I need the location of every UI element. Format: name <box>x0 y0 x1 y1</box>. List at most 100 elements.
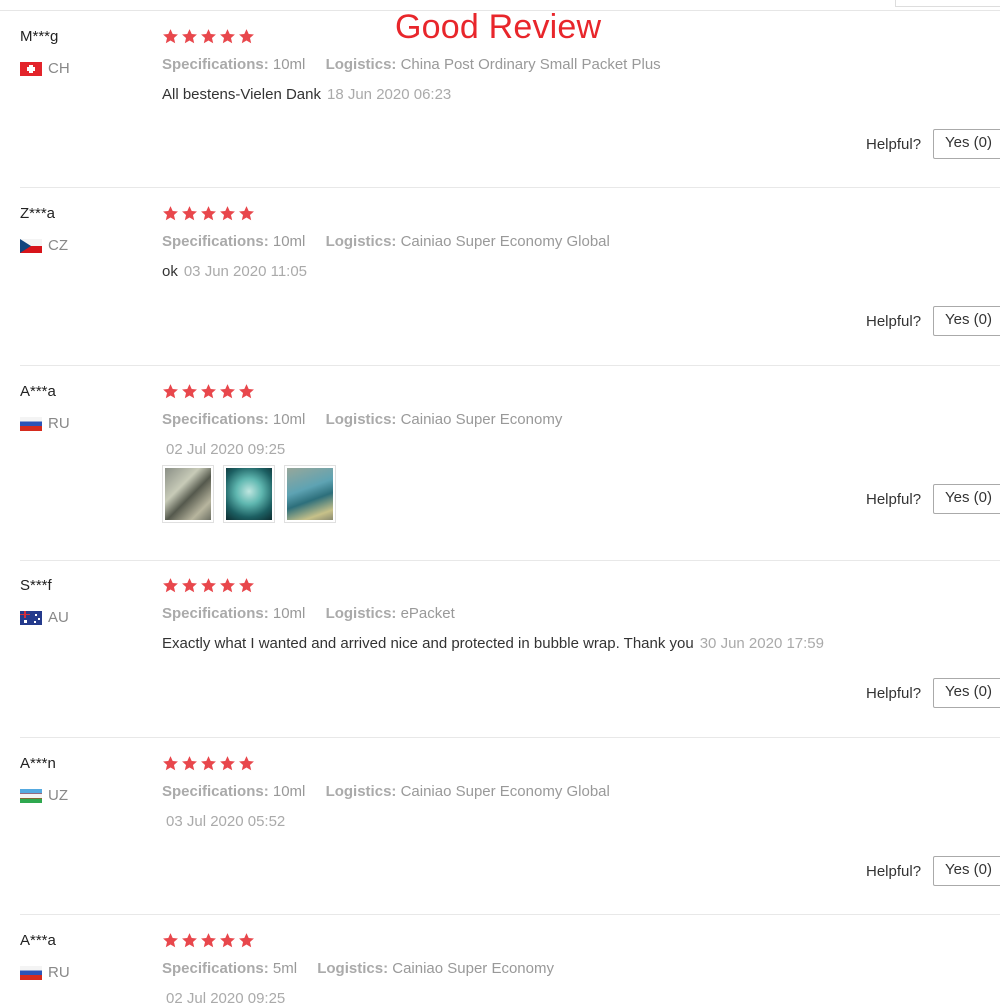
reviewer-country: CZ <box>20 237 68 254</box>
spec-value: 10ml <box>272 605 306 622</box>
flag-russia-icon <box>20 416 42 431</box>
spec-label: Specifications: <box>162 56 269 73</box>
country-code: UZ <box>48 787 68 804</box>
review-date: 02 Jul 2020 09:25 <box>166 990 286 1007</box>
star-icon <box>162 755 179 772</box>
logistics-label: Logistics: <box>325 783 397 800</box>
helpful-label: Helpful? <box>866 313 922 330</box>
review-meta: Specifications: 10ml Logistics: ePacket <box>162 605 455 622</box>
review-photo-thumbnail[interactable] <box>162 465 214 523</box>
helpful-label: Helpful? <box>866 685 922 702</box>
reviewer-country: CH <box>20 60 70 77</box>
review-divider <box>20 737 1000 738</box>
logistics-label: Logistics: <box>325 411 397 428</box>
country-code: RU <box>48 964 70 981</box>
comment-text: Exactly what I wanted and arrived nice a… <box>162 635 694 652</box>
star-icon <box>219 577 236 594</box>
country-code: CH <box>48 60 70 77</box>
spec-value: 10ml <box>272 56 306 73</box>
star-icon <box>162 932 179 949</box>
logistics-value: Cainiao Super Economy <box>400 411 563 428</box>
logistics-label: Logistics: <box>325 605 397 622</box>
star-icon <box>181 28 198 45</box>
reviewer-name: Z***a <box>20 205 56 222</box>
spec-label: Specifications: <box>162 960 269 977</box>
star-icon <box>200 755 217 772</box>
logistics-label: Logistics: <box>325 233 397 250</box>
review-comment: Exactly what I wanted and arrived nice a… <box>162 635 824 652</box>
comment-text: All bestens-Vielen Dank <box>162 86 321 103</box>
star-icon <box>181 383 198 400</box>
spec-label: Specifications: <box>162 233 269 250</box>
spec-value: 10ml <box>272 233 306 250</box>
logistics-value: Cainiao Super Economy <box>392 960 554 977</box>
review-date: 18 Jun 2020 06:23 <box>326 86 452 103</box>
star-rating <box>162 577 257 594</box>
review-photo-thumbnail[interactable] <box>223 465 275 523</box>
star-rating <box>162 205 257 222</box>
star-icon <box>162 383 179 400</box>
review-date: 03 Jul 2020 05:52 <box>166 813 286 830</box>
helpful-yes-button[interactable]: Yes (0) <box>933 678 1000 708</box>
review-divider <box>20 560 1000 561</box>
top-right-box <box>895 0 1000 7</box>
star-icon <box>219 383 236 400</box>
star-icon <box>238 28 255 45</box>
review-meta: Specifications: 10ml Logistics: Cainiao … <box>162 783 610 800</box>
star-icon <box>200 28 217 45</box>
star-rating <box>162 932 257 949</box>
helpful-yes-button[interactable]: Yes (0) <box>933 856 1000 886</box>
logistics-value: ePacket <box>400 605 455 622</box>
star-rating <box>162 383 257 400</box>
review-photos <box>162 465 345 523</box>
review-date: 02 Jul 2020 09:25 <box>166 441 286 458</box>
spec-label: Specifications: <box>162 605 269 622</box>
review-divider <box>20 365 1000 366</box>
reviewer-country: AU <box>20 609 69 626</box>
spec-value: 10ml <box>272 411 306 428</box>
logistics-value: Cainiao Super Economy Global <box>400 233 610 250</box>
country-code: CZ <box>48 237 68 254</box>
review-date: 30 Jun 2020 17:59 <box>699 635 824 652</box>
star-icon <box>238 383 255 400</box>
review-date: 03 Jun 2020 11:05 <box>183 263 308 280</box>
flag-uzbekistan-icon <box>20 788 42 803</box>
logistics-label: Logistics: <box>325 56 397 73</box>
comment-text: ok <box>162 263 178 280</box>
reviewer-name: M***g <box>20 28 59 45</box>
star-icon <box>238 932 255 949</box>
reviewer-country: RU <box>20 964 70 981</box>
review-meta: Specifications: 10ml Logistics: China Po… <box>162 56 661 73</box>
star-icon <box>162 205 179 222</box>
star-icon <box>181 205 198 222</box>
star-icon <box>181 577 198 594</box>
star-icon <box>219 932 236 949</box>
star-icon <box>200 205 217 222</box>
helpful-label: Helpful? <box>866 491 922 508</box>
star-rating <box>162 28 257 45</box>
review-comment: All bestens-Vielen Dank 18 Jun 2020 06:23 <box>162 86 451 103</box>
flag-russia-icon <box>20 965 42 980</box>
logistics-label: Logistics: <box>317 960 389 977</box>
spec-label: Specifications: <box>162 783 269 800</box>
star-icon <box>219 755 236 772</box>
reviewer-country: RU <box>20 415 70 432</box>
helpful-yes-button[interactable]: Yes (0) <box>933 129 1000 159</box>
spec-value: 5ml <box>272 960 298 977</box>
logistics-value: China Post Ordinary Small Packet Plus <box>400 56 661 73</box>
country-code: RU <box>48 415 70 432</box>
review-meta: Specifications: 10ml Logistics: Cainiao … <box>162 411 562 428</box>
helpful-yes-button[interactable]: Yes (0) <box>933 306 1000 336</box>
helpful-yes-button[interactable]: Yes (0) <box>933 484 1000 514</box>
reviewer-name: S***f <box>20 577 52 594</box>
star-icon <box>181 755 198 772</box>
review-photo-thumbnail[interactable] <box>284 465 336 523</box>
flag-australia-icon <box>20 610 42 625</box>
logistics-value: Cainiao Super Economy Global <box>400 783 610 800</box>
review-divider <box>20 914 1000 915</box>
star-icon <box>200 383 217 400</box>
star-icon <box>162 28 179 45</box>
helpful-label: Helpful? <box>866 136 922 153</box>
star-icon <box>200 932 217 949</box>
star-icon <box>181 932 198 949</box>
